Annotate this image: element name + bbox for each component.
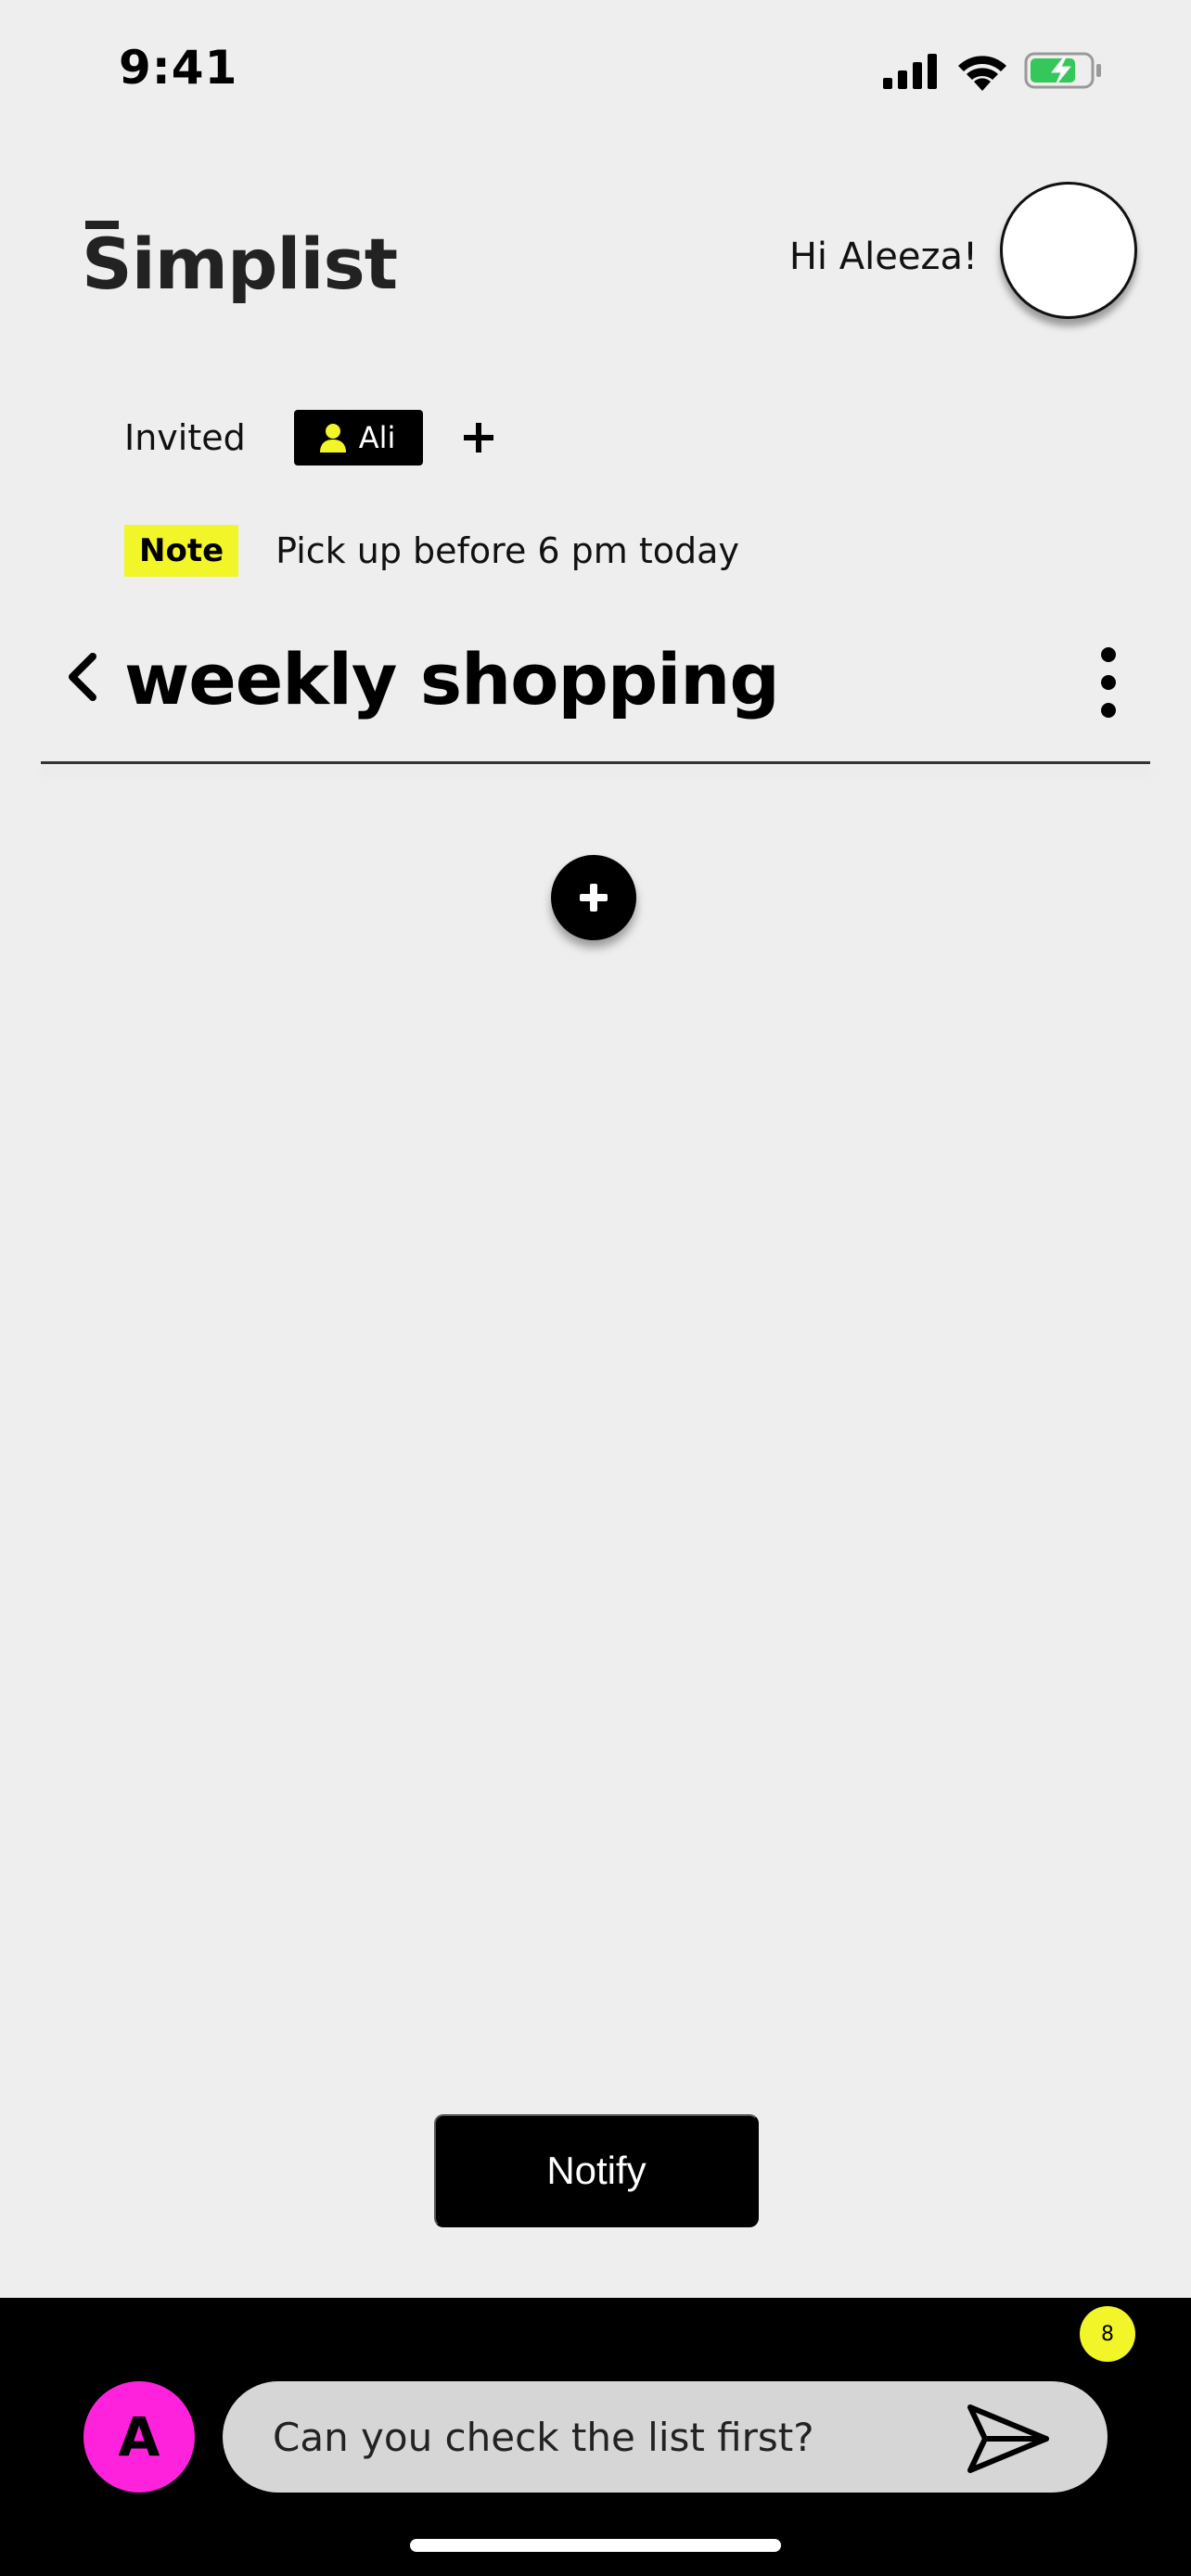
title-divider [41,761,1150,764]
note-text: Pick up before 6 pm today [275,530,739,571]
list-title-row: weekly shopping [41,625,1150,736]
notify-button[interactable]: Notify [434,2114,759,2227]
back-chevron-icon[interactable] [65,651,102,703]
invited-row: Invited Ali [124,410,497,465]
person-icon [319,424,346,453]
status-bar: 9:41 [0,0,1191,139]
user-avatar[interactable]: A [83,2381,195,2493]
battery-charging-icon [1024,52,1101,89]
greeting-text: Hi Aleeza! [788,236,978,278]
profile-avatar[interactable] [1000,182,1137,319]
send-icon[interactable] [965,2402,1052,2476]
invitee-name: Ali [358,420,396,455]
plus-icon [580,884,608,912]
add-item-button[interactable] [551,855,636,940]
list-title: weekly shopping [124,638,780,721]
note-row: Note Pick up before 6 pm today [124,525,739,577]
more-options-icon[interactable] [1095,645,1122,720]
invited-label: Invited [124,417,246,458]
unread-count-badge: 8 [1080,2306,1135,2362]
signal-icon [883,54,937,89]
brand-logo: Simplist [82,223,398,305]
add-invite-icon[interactable] [460,419,497,456]
home-indicator[interactable] [410,2539,781,2552]
note-badge: Note [124,525,239,577]
invitee-chip[interactable]: Ali [293,410,424,465]
wifi-icon [958,56,1006,91]
status-time: 9:41 [119,41,238,95]
